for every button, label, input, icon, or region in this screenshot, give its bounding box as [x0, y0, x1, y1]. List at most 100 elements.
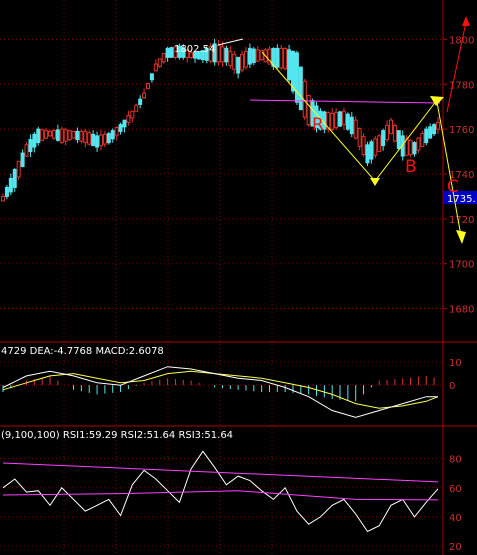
red-arrow-head — [462, 16, 470, 26]
candle-down — [149, 73, 154, 81]
candle-up — [220, 46, 225, 63]
candle-down — [428, 126, 433, 139]
candle-up — [279, 47, 284, 69]
stock-chart: 1802.541735. 4729 DEA:-4.7768 MACD:2.607… — [0, 0, 477, 555]
candle-down — [36, 128, 41, 144]
candle-down — [20, 152, 25, 168]
rsi-tick-label: 20 — [449, 542, 462, 553]
high-label-leader — [217, 38, 244, 46]
candle-up — [24, 144, 29, 157]
price-tick-label: 1760 — [449, 125, 474, 136]
candle-up — [232, 53, 237, 70]
resistance-line — [249, 99, 441, 104]
candle-up — [130, 110, 135, 119]
candle-down — [95, 135, 100, 148]
candle-up — [240, 53, 245, 71]
candle-down — [12, 169, 17, 188]
candle-up — [114, 127, 119, 136]
candle-up — [353, 119, 358, 139]
rsi-tick-label: 60 — [449, 484, 462, 495]
candle-up — [361, 136, 366, 156]
price-tick-label: 1700 — [449, 260, 474, 271]
candle-down — [298, 66, 303, 111]
candle-down — [75, 130, 80, 141]
annotations: R B C — [261, 16, 470, 244]
candle-down — [4, 186, 9, 197]
candle-up — [102, 133, 107, 145]
candle-down — [106, 133, 111, 144]
candle-down — [381, 130, 386, 147]
candle-up — [243, 50, 248, 68]
candle-down — [349, 116, 354, 135]
candle-up — [16, 160, 21, 178]
wave-label-c: C — [447, 177, 459, 197]
candle-up — [388, 119, 393, 135]
price-tick-label: 1720 — [449, 215, 474, 226]
candle-down — [369, 141, 374, 160]
grid-lines — [0, 0, 443, 555]
candle-down — [291, 50, 295, 92]
wave-low-marker — [370, 178, 380, 186]
candle-down — [169, 47, 174, 58]
candle-up — [357, 127, 362, 147]
candle-up — [436, 121, 440, 130]
rsi-tick-label: 80 — [449, 455, 462, 466]
candle-up — [377, 135, 382, 153]
candle-down — [28, 139, 33, 153]
candle-up — [157, 58, 162, 67]
rsi2-line — [2, 462, 439, 483]
candle-down — [338, 111, 343, 127]
wave-label-r: R — [312, 115, 324, 135]
candle-down — [110, 130, 115, 140]
candle-down — [396, 130, 401, 150]
candle-up — [306, 94, 311, 126]
candle-down — [8, 177, 13, 193]
candle-up — [283, 47, 288, 70]
candle-down — [412, 142, 417, 155]
candle-down — [55, 129, 60, 141]
candle-up — [255, 49, 260, 62]
rsi-header: (9,100,100) RSI1:59.29 RSI2:51.64 RSI3:5… — [1, 430, 233, 441]
candle-up — [79, 130, 84, 142]
candle-up — [341, 110, 346, 126]
candle-down — [91, 133, 96, 147]
axis-labels: 168017001720174017601780180001020406080 — [443, 35, 474, 553]
candle-up — [63, 129, 68, 142]
macd-tick-label: 10 — [449, 358, 462, 369]
candle-up — [408, 139, 413, 156]
macd-tick-label: 0 — [449, 381, 455, 392]
candle-down — [432, 124, 437, 135]
candle-down — [236, 56, 241, 74]
price-panel: 1802.541735. — [1, 38, 477, 205]
candle-up — [134, 104, 139, 112]
candle-up — [416, 137, 421, 151]
candle-down — [165, 47, 170, 58]
candle-down — [424, 128, 429, 144]
candle-down — [287, 49, 292, 81]
candle-up — [153, 63, 158, 72]
candle-up — [71, 130, 76, 139]
candle-up — [161, 53, 166, 63]
candle-down — [32, 133, 37, 148]
candle-up — [40, 129, 45, 141]
candle-up — [420, 133, 425, 147]
price-tick-label: 1680 — [449, 305, 474, 316]
chart-frame — [0, 0, 477, 555]
candle-down — [251, 48, 256, 64]
candle-down — [122, 119, 127, 128]
candle-up — [59, 128, 64, 144]
candle-up — [330, 112, 335, 130]
candle-up — [228, 50, 233, 67]
candle-up — [48, 130, 53, 137]
candle-up — [259, 50, 264, 61]
candle-down — [138, 98, 143, 105]
candle-up — [373, 138, 378, 156]
candle-up — [216, 44, 221, 63]
rsi-tick-label: 40 — [449, 513, 462, 524]
candle-up — [44, 130, 49, 139]
candle-up — [67, 130, 72, 141]
candle-up — [51, 130, 56, 139]
high-label: 1802.54 — [174, 44, 215, 55]
candle-up — [98, 134, 103, 147]
candle-down — [365, 144, 370, 164]
